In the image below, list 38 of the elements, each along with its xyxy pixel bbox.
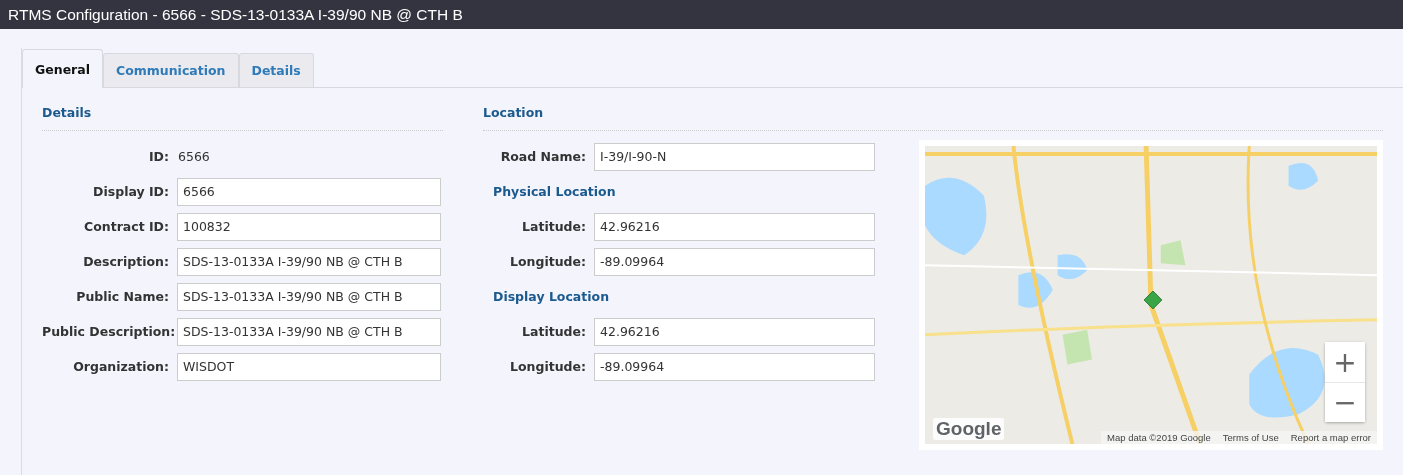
field-label: Longitude: bbox=[509, 359, 587, 374]
map-attribution: Map data ©2019 Google bbox=[1107, 432, 1211, 443]
window-title: RTMS Configuration - 6566 - SDS-13-0133A I-39/90 NB @ CTH B bbox=[8, 5, 463, 24]
field-label: Latitude: bbox=[521, 219, 587, 234]
input-field[interactable]: -89.09964 bbox=[594, 352, 875, 381]
field-label: Display ID: bbox=[92, 184, 170, 199]
field-value: 6566 bbox=[177, 149, 210, 164]
field-label: Public Name: bbox=[75, 289, 170, 304]
field-label: Latitude: bbox=[521, 324, 587, 339]
subsection-heading: Physical Location bbox=[492, 183, 617, 201]
input-field[interactable]: 100832 bbox=[177, 212, 441, 241]
field-label: Organization: bbox=[72, 359, 170, 374]
input-field[interactable]: 6566 bbox=[177, 177, 441, 206]
input-field[interactable]: I-39/I-90-N bbox=[594, 142, 875, 171]
field-label: ID: bbox=[147, 149, 170, 164]
subsection-heading: Display Location bbox=[492, 288, 611, 306]
input-field[interactable]: SDS-13-0133A I-39/90 NB @ CTH B bbox=[177, 317, 441, 346]
field-label: Public Description: bbox=[42, 324, 177, 339]
tab[interactable]: Details bbox=[238, 53, 314, 87]
input-field[interactable]: WISDOT bbox=[177, 352, 441, 381]
section-heading: Location bbox=[483, 105, 1383, 131]
input-field[interactable]: 42.96216 bbox=[594, 212, 875, 241]
tab[interactable]: Communication bbox=[103, 53, 239, 87]
field-label: Contract ID: bbox=[83, 219, 170, 234]
input-field[interactable]: -89.09964 bbox=[594, 247, 875, 276]
section-heading: Details bbox=[42, 105, 443, 131]
zoom-in-button[interactable]: + bbox=[1325, 342, 1365, 382]
input-field[interactable]: SDS-13-0133A I-39/90 NB @ CTH B bbox=[177, 247, 441, 276]
input-field[interactable]: SDS-13-0133A I-39/90 NB @ CTH B bbox=[177, 282, 441, 311]
map-link[interactable]: Report a map error bbox=[1290, 432, 1371, 443]
field-label: Longitude: bbox=[509, 254, 587, 269]
field-label: Road Name: bbox=[499, 149, 587, 164]
field-label: Description: bbox=[82, 254, 170, 269]
map-logo: Google bbox=[933, 418, 1005, 440]
map-link[interactable]: Terms of Use bbox=[1222, 432, 1279, 443]
zoom-out-button[interactable]: − bbox=[1325, 382, 1365, 422]
tab[interactable]: General bbox=[22, 49, 103, 88]
input-field[interactable]: 42.96216 bbox=[594, 317, 875, 346]
